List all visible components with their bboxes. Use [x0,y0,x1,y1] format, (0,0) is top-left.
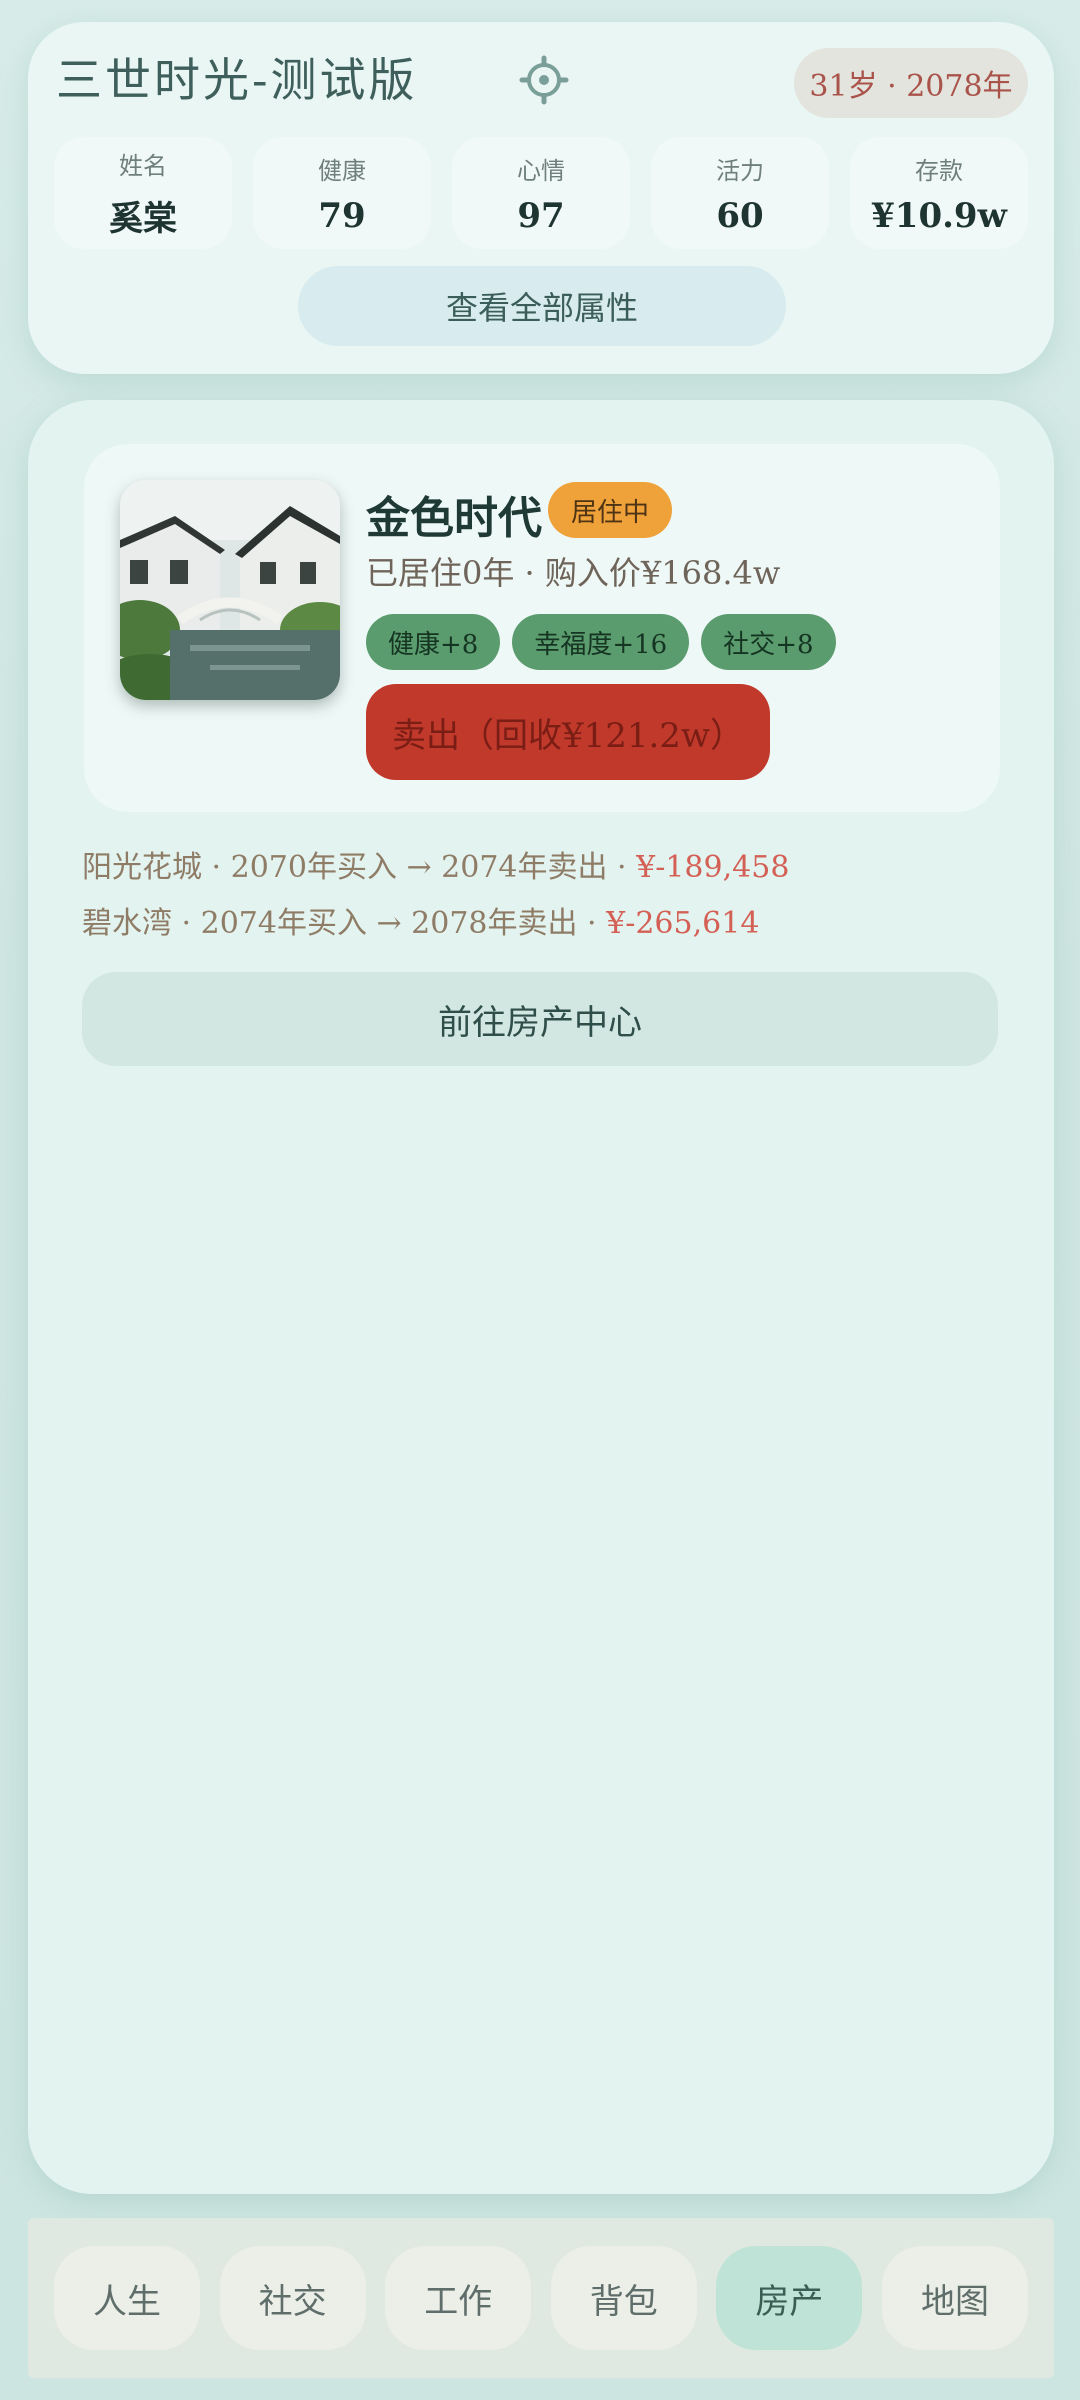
nav-bag[interactable]: 背包 [550,2246,697,2350]
stat-value: 97 [517,195,565,236]
view-all-attributes-button[interactable]: 查看全部属性 [298,266,786,346]
stats-row: 姓名 奚棠 健康 79 心情 97 活力 60 存款 ¥10.9w [54,137,1028,249]
stat-savings: 存款 ¥10.9w [850,137,1028,249]
history-text: 阳光花城 · 2070年买入 → 2074年卖出 · [82,850,637,885]
house-effect-tags: 健康+8 幸福度+16 社交+8 [366,614,836,670]
stat-value: ¥10.9w [871,195,1007,236]
stat-value: 奚棠 [109,199,177,239]
nav-property[interactable]: 房产 [716,2246,863,2350]
history-amount: ¥-265,614 [606,906,760,941]
app-title: 三世时光-测试版 [56,53,418,107]
house-history-list: 阳光花城 · 2070年买入 → 2074年卖出 · ¥-189,458 碧水湾… [82,840,789,952]
stat-label: 活力 [716,156,764,185]
stat-value: 60 [716,195,764,236]
tag-happiness: 幸福度+16 [512,614,690,670]
nav-social[interactable]: 社交 [219,2246,366,2350]
current-house-card: 金色时代 居住中 已居住0年 · 购入价¥168.4w 健康+8 幸福度+16 … [84,444,1000,812]
list-item: 碧水湾 · 2074年买入 → 2078年卖出 · ¥-265,614 [82,896,789,952]
list-item: 阳光花城 · 2070年买入 → 2074年卖出 · ¥-189,458 [82,840,789,896]
nav-work[interactable]: 工作 [385,2246,532,2350]
stat-energy: 活力 60 [651,137,829,249]
stat-name: 姓名 奚棠 [54,137,232,249]
stat-label: 存款 [915,156,963,185]
stat-label: 心情 [517,156,565,185]
stat-value: 79 [318,195,366,236]
house-name: 金色时代 [366,493,542,544]
nav-life[interactable]: 人生 [54,2246,200,2350]
stat-mood: 心情 97 [452,137,630,249]
nav-map[interactable]: 地图 [881,2246,1028,2350]
stat-label: 姓名 [119,152,167,180]
house-info: 已居住0年 · 购入价¥168.4w [366,554,781,592]
gear-icon[interactable] [518,54,570,106]
status-badge: 居住中 [548,482,672,538]
goto-property-center-button[interactable]: 前往房产中心 [82,972,998,1066]
stat-label: 健康 [318,156,366,185]
house-photo-icon [120,480,340,700]
app-screen: 三世时光-测试版 31岁 · 2078年 姓名 奚棠 健康 79 心情 97 活… [0,0,1080,2400]
tag-social: 社交+8 [701,614,836,670]
age-year-badge: 31岁 · 2078年 [794,48,1028,118]
history-amount: ¥-189,458 [636,850,790,885]
tag-health: 健康+8 [366,614,501,670]
sell-house-button[interactable]: 卖出（回收¥121.2w） [366,684,770,780]
bottom-nav: 人生 社交 工作 背包 房产 地图 [28,2218,1054,2378]
status-header: 三世时光-测试版 31岁 · 2078年 姓名 奚棠 健康 79 心情 97 活… [28,22,1054,374]
property-panel: 金色时代 居住中 已居住0年 · 购入价¥168.4w 健康+8 幸福度+16 … [28,400,1054,2194]
stat-health: 健康 79 [253,137,431,249]
history-text: 碧水湾 · 2074年买入 → 2078年卖出 · [82,906,607,941]
